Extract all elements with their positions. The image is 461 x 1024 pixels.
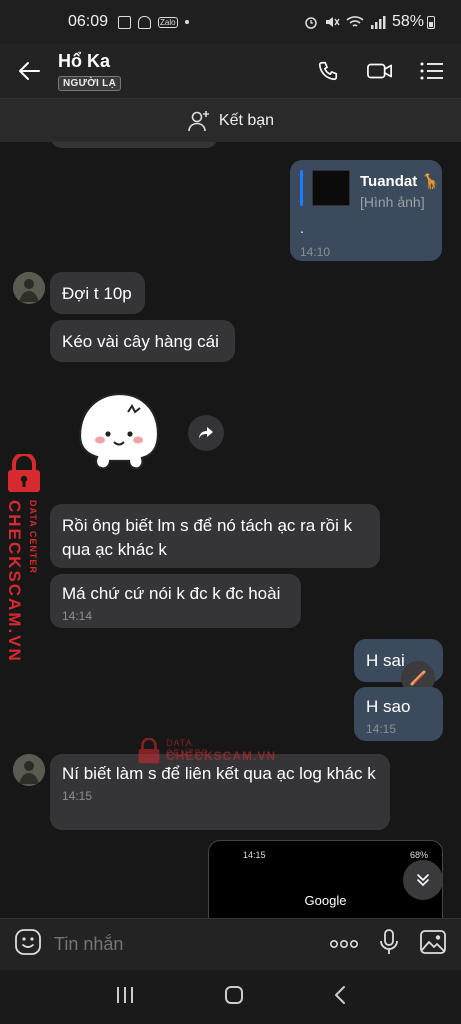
quote-type: [Hình ảnh] bbox=[360, 194, 425, 210]
options-button[interactable] bbox=[419, 58, 445, 84]
message-bubble[interactable]: H sao 14:15 bbox=[354, 687, 443, 741]
gallery-button[interactable] bbox=[419, 929, 447, 960]
sticker-face-icon bbox=[78, 392, 160, 470]
message-text: Kéo vài cây hàng cái bbox=[62, 332, 219, 351]
padlock-logo-icon bbox=[138, 737, 160, 764]
message-bubble[interactable]: Ní biết làm s để liên kết qua ạc log khá… bbox=[50, 754, 390, 830]
system-back-button[interactable] bbox=[333, 985, 347, 1010]
home-button[interactable] bbox=[224, 985, 244, 1010]
stranger-badge: NGƯỜI LẠ bbox=[58, 76, 122, 91]
recent-apps-button[interactable] bbox=[115, 986, 135, 1009]
message-input[interactable] bbox=[54, 934, 329, 955]
avatar[interactable] bbox=[13, 272, 45, 304]
message-time: 14:15 bbox=[62, 789, 93, 803]
avatar[interactable] bbox=[13, 754, 45, 786]
forward-icon bbox=[199, 427, 213, 439]
battery-icon bbox=[427, 15, 435, 29]
back-button[interactable] bbox=[0, 44, 58, 98]
recent-apps-icon bbox=[116, 986, 133, 1003]
image-icon bbox=[420, 930, 446, 954]
preview-google-text: Google bbox=[304, 893, 347, 908]
message-text: Ní biết làm s để liên kết qua ạc log khá… bbox=[62, 764, 376, 783]
preview-battery: 68% bbox=[409, 850, 428, 860]
voice-call-button[interactable] bbox=[315, 58, 341, 84]
list-menu-icon bbox=[420, 62, 443, 80]
android-icon bbox=[138, 15, 152, 29]
message-bubble[interactable]: Rồi ông biết lm s để nó tách ạc ra rồi k… bbox=[50, 504, 380, 568]
add-user-icon bbox=[188, 110, 209, 131]
status-icons: Zalo bbox=[118, 15, 189, 29]
message-bubble[interactable]: Má chứ cứ nói k đc k đc hoài 14:14 bbox=[50, 574, 301, 628]
message-time: 14:10 bbox=[300, 245, 331, 259]
status-right: 58% bbox=[304, 13, 435, 31]
video-camera-icon bbox=[367, 63, 392, 79]
message-bubble[interactable]: Kéo vài cây hàng cái bbox=[50, 320, 235, 362]
input-actions bbox=[329, 928, 447, 961]
signal-icon bbox=[370, 16, 386, 29]
like-reaction-icon bbox=[410, 670, 426, 686]
add-friend-label: Kết bạn bbox=[218, 111, 275, 129]
forward-button[interactable] bbox=[188, 415, 224, 451]
watermark-brand: CHECKSCAM.VN bbox=[5, 500, 24, 663]
wifi-icon bbox=[346, 16, 364, 27]
scroll-to-bottom-button[interactable] bbox=[403, 860, 443, 900]
message-text: H sai bbox=[366, 651, 405, 670]
avatar-photo-icon bbox=[13, 272, 45, 304]
message-input-bar bbox=[0, 918, 461, 970]
image-icon bbox=[118, 15, 132, 29]
message-text: H sao bbox=[366, 697, 411, 716]
quote-thumbnail[interactable] bbox=[312, 170, 350, 206]
emoji-icon bbox=[15, 929, 41, 955]
watermark-brand: CHECKSCAM.VN bbox=[166, 749, 277, 763]
watermark-tagline: DATA CENTER bbox=[28, 500, 38, 574]
message-text: Rồi ông biết lm s để nó tách ạc ra rồi k… bbox=[62, 516, 353, 559]
message-text: . bbox=[300, 220, 304, 236]
more-dots-icon bbox=[329, 939, 358, 948]
contact-name: Hổ Ka bbox=[58, 51, 111, 71]
message-time: 14:14 bbox=[62, 609, 93, 623]
padlock-logo-icon bbox=[8, 454, 40, 492]
battery: 58% bbox=[392, 13, 435, 31]
more-dot-icon bbox=[184, 20, 189, 24]
more-button[interactable] bbox=[329, 936, 359, 954]
sticker[interactable] bbox=[70, 384, 166, 480]
alarm-icon bbox=[305, 17, 317, 29]
avatar-photo-icon bbox=[13, 754, 45, 786]
mute-icon bbox=[325, 17, 340, 27]
microphone-icon bbox=[380, 929, 398, 954]
chat-title-block[interactable]: Hổ Ka NGƯỜI LẠ bbox=[58, 51, 122, 91]
status-bar: 06:09 Zalo 58% bbox=[0, 0, 461, 44]
phone-icon bbox=[318, 61, 338, 81]
zalo-icon: Zalo bbox=[158, 16, 178, 28]
add-friend-bar[interactable]: Kết bạn bbox=[0, 98, 461, 142]
chevron-double-down-icon bbox=[417, 874, 429, 887]
battery-percent: 58% bbox=[391, 13, 424, 30]
chevron-left-icon bbox=[334, 985, 345, 1004]
message-bubble[interactable]: Đợi t 10p bbox=[50, 272, 145, 314]
status-time: 06:09 bbox=[68, 13, 109, 30]
previous-message-bubble[interactable] bbox=[50, 142, 218, 148]
header-actions bbox=[315, 58, 461, 84]
quoted-image-message[interactable]: Tuandat 🦒 [Hình ảnh] . 14:10 bbox=[290, 160, 442, 261]
video-call-button[interactable] bbox=[367, 58, 393, 84]
sticker-button[interactable] bbox=[14, 928, 42, 961]
chat-header: Hổ Ka NGƯỜI LẠ bbox=[0, 44, 461, 98]
home-icon bbox=[224, 985, 243, 1004]
chat-area[interactable]: Tuandat 🦒 [Hình ảnh] . 14:10 Đợi t 10p K… bbox=[0, 142, 461, 918]
watermark-side: CHECKSCAM.VN DATA CENTER bbox=[4, 454, 44, 663]
message-time: 14:15 bbox=[366, 722, 397, 736]
system-navigation-bar bbox=[0, 970, 461, 1024]
preview-time: 14:15 bbox=[243, 850, 266, 860]
message-text: Má chứ cứ nói k đc k đc hoài bbox=[62, 584, 281, 603]
watermark-center: DATA CENTER CHECKSCAM.VN bbox=[136, 737, 275, 769]
arrow-left-icon bbox=[19, 62, 40, 80]
quote-accent-bar bbox=[300, 170, 303, 206]
message-text: Đợi t 10p bbox=[62, 284, 132, 303]
voice-record-button[interactable] bbox=[379, 928, 399, 961]
